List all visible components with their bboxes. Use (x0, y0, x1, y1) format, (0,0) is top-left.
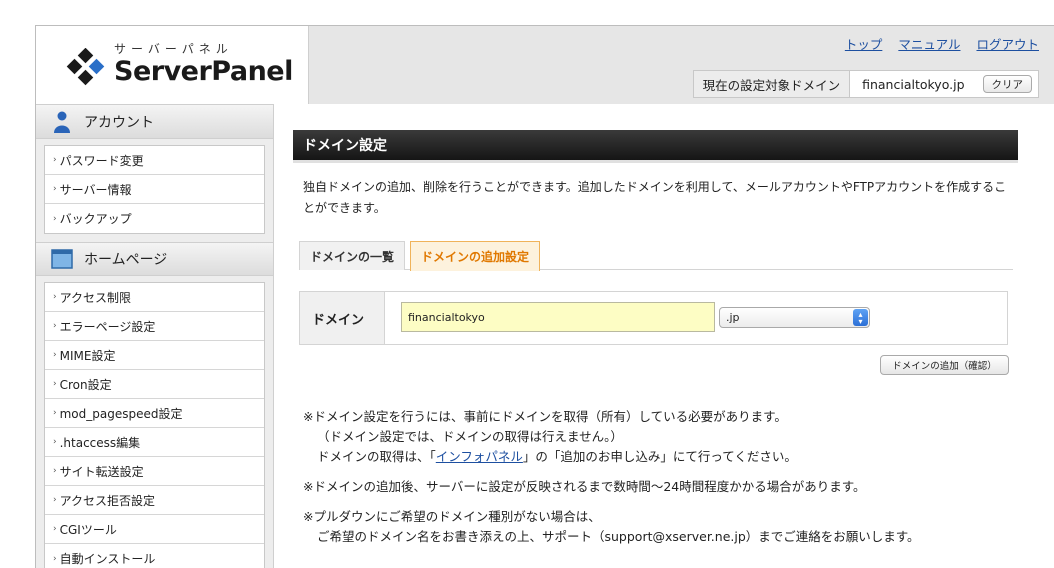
chevron-right-icon: › (53, 292, 57, 302)
note-text: ドメインの取得は、「 (317, 449, 436, 464)
note-line: ドメインの取得は、「インフォパネル」の「追加のお申し込み」にて行ってください。 (303, 447, 1018, 467)
sidebar-item-label: サイト転送設定 (59, 464, 144, 479)
note-3: ※プルダウンにご希望のドメイン種別がない場合は、 ご希望のドメイン名をお書き添え… (303, 507, 1018, 547)
domain-form: ドメイン .jp ▴▾ (299, 291, 1008, 345)
sidebar-item-label: mod_pagespeed設定 (59, 406, 183, 421)
note-text: （ドメイン設定では、ドメインの取得は行えません。） (317, 429, 623, 444)
chevron-right-icon: › (53, 379, 57, 389)
account-menu: › パスワード変更 › サーバー情報 › バックアップ (44, 145, 265, 234)
window-icon (51, 249, 73, 269)
note-text: ※プルダウンにご希望のドメイン種別がない場合は、 (303, 509, 601, 524)
sidebar-section-title: ホームページ (84, 252, 168, 268)
sidebar-item-label: MIME設定 (59, 348, 116, 363)
tab-bar: ドメインの一覧 ドメインの追加設定 (299, 241, 1013, 271)
current-domain-value: financialtokyo.jp (862, 76, 965, 92)
chevron-right-icon: › (53, 213, 57, 224)
sidebar-item-label: .htaccess編集 (59, 435, 141, 450)
sidebar: アカウント › パスワード変更 › サーバー情報 › バックアップ ホームページ › ア… (36, 104, 274, 568)
chevron-right-icon: › (53, 495, 57, 505)
note-text: 」の「追加のお申し込み」にて行ってください。 (522, 449, 797, 464)
logout-link[interactable]: ログアウト (976, 34, 1039, 53)
manual-link[interactable]: マニュアル (898, 34, 960, 53)
chevron-right-icon: › (53, 350, 57, 360)
sidebar-item-mime[interactable]: › MIME設定 (45, 341, 264, 370)
top-link[interactable]: トップ (845, 34, 883, 53)
sidebar-item-server-info[interactable]: › サーバー情報 (45, 175, 264, 204)
sidebar-item-label: バックアップ (59, 212, 132, 226)
chevron-right-icon: › (53, 437, 57, 447)
note-text: ※ドメイン設定を行うには、事前にドメインを取得（所有）している必要があります。 (303, 409, 787, 424)
chevron-right-icon: › (53, 466, 57, 476)
sidebar-item-label: CGIツール (59, 522, 117, 537)
logo[interactable]: サーバーパネル ServerPanel (36, 26, 308, 104)
sidebar-item-label: Cron設定 (59, 377, 112, 392)
sidebar-item-access-deny[interactable]: › アクセス拒否設定 (45, 486, 264, 515)
top-nav: トップ マニュアル ログアウト (845, 34, 1039, 53)
current-domain-label: 現在の設定対象ドメイン (693, 71, 851, 97)
domain-field-label: ドメイン (300, 292, 385, 344)
sidebar-section-title: アカウント (84, 114, 154, 131)
chevron-right-icon: › (53, 184, 57, 194)
sidebar-item-label: エラーページ設定 (59, 319, 156, 334)
sidebar-item-error-page[interactable]: › エラーページ設定 (45, 312, 264, 341)
note-text: ご希望のドメイン名をお書き添えの上、サポート（support@xserver.n… (317, 529, 920, 544)
tld-select[interactable]: .jp ▴ ▾ (719, 307, 870, 328)
page-title: ドメイン設定 (293, 130, 1018, 163)
sidebar-item-redirect[interactable]: › サイト転送設定 (45, 457, 264, 486)
sidebar-item-pagespeed[interactable]: › mod_pagespeed設定 (45, 399, 264, 428)
page-frame: サーバーパネル ServerPanel トップ マニュアル ログアウト 現在の設… (35, 25, 1054, 568)
note-2: ※ドメインの追加後、サーバーに設定が反映されるまで数時間〜24時間程度かかる場合… (303, 479, 866, 494)
note-1: ※ドメイン設定を行うには、事前にドメインを取得（所有）している必要があります。 … (303, 407, 1018, 467)
select-arrows-icon: ▴ ▾ (853, 309, 868, 326)
sidebar-item-password[interactable]: › パスワード変更 (45, 146, 264, 175)
current-domain-bar: 現在の設定対象ドメイン financialtokyo.jp クリア (692, 70, 1039, 98)
header-bar: トップ マニュアル ログアウト 現在の設定対象ドメイン financialtok… (308, 26, 1054, 104)
sidebar-item-auto-install[interactable]: › 自動インストール (45, 544, 264, 568)
sidebar-item-label: アクセス制限 (59, 290, 132, 305)
sidebar-item-label: サーバー情報 (59, 182, 132, 197)
tab-domain-list[interactable]: ドメインの一覧 (299, 241, 406, 270)
tld-select-value: .jp (726, 311, 740, 324)
chevron-right-icon: › (53, 321, 57, 331)
sidebar-item-backup[interactable]: › バックアップ (45, 204, 264, 233)
sidebar-item-cgi[interactable]: › CGIツール (45, 515, 264, 544)
sidebar-item-label: アクセス拒否設定 (59, 493, 156, 508)
info-panel-link[interactable]: インフォパネル (436, 449, 523, 464)
sidebar-item-cron[interactable]: › Cron設定 (45, 370, 264, 399)
serverpanel-logo-icon (66, 48, 105, 86)
clear-button[interactable]: クリア (982, 75, 1032, 93)
chevron-right-icon: › (53, 553, 57, 564)
notes: ※ドメイン設定を行うには、事前にドメインを取得（所有）している必要があります。 … (303, 407, 1018, 557)
domain-name-input[interactable] (401, 302, 715, 332)
chevron-right-icon: › (53, 408, 57, 418)
main-content: ドメイン設定 独自ドメインの追加、削除を行うことができます。追加したドメインを利… (293, 130, 1018, 544)
sidebar-section-account: アカウント (36, 105, 273, 139)
page-description: 独自ドメインの追加、削除を行うことができます。追加したドメインを利用して、メール… (303, 180, 1007, 215)
sidebar-item-label: 自動インストール (59, 552, 156, 566)
sidebar-item-htaccess[interactable]: › .htaccess編集 (45, 428, 264, 457)
add-domain-confirm-button[interactable]: ドメインの追加（確認） (880, 355, 1009, 375)
tab-domain-add[interactable]: ドメインの追加設定 (410, 241, 541, 271)
sidebar-section-homepage: ホームページ (36, 242, 273, 276)
sidebar-item-access-restriction[interactable]: › アクセス制限 (45, 283, 264, 312)
sidebar-item-label: パスワード変更 (59, 153, 144, 168)
chevron-right-icon: › (53, 524, 57, 534)
homepage-menu: › アクセス制限 › エラーページ設定 › MIME設定 › Cron設定 › mod_p… (44, 282, 265, 568)
logo-name: ServerPanel (114, 56, 293, 87)
chevron-right-icon: › (53, 155, 57, 165)
user-icon (54, 111, 70, 133)
logo-kana: サーバーパネル (114, 42, 233, 56)
